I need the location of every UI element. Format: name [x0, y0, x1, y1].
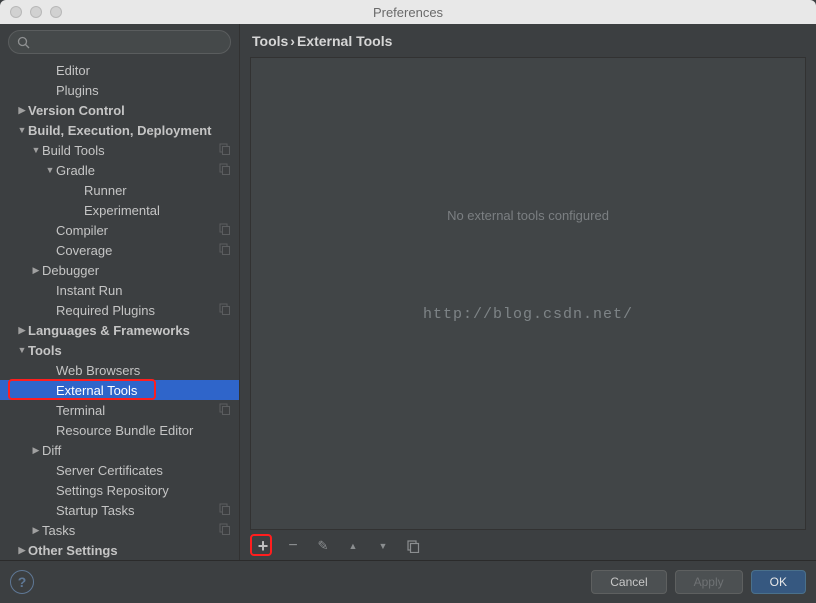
tree-item-label: Debugger	[42, 263, 99, 278]
watermark-text: http://blog.csdn.net/	[251, 306, 805, 323]
tree-item-label: Resource Bundle Editor	[56, 423, 193, 438]
tree-item-label: Editor	[56, 63, 90, 78]
tree-item-label: Tools	[28, 343, 62, 358]
add-button[interactable]: +	[254, 537, 272, 555]
per-project-icon	[219, 223, 231, 235]
tree-item[interactable]: External Tools	[0, 380, 239, 400]
expand-arrow-icon[interactable]: ▶	[30, 445, 42, 456]
tree-item-label: Web Browsers	[56, 363, 140, 378]
remove-button[interactable]: −	[284, 537, 302, 555]
tree-item[interactable]: ▶Tasks	[0, 520, 239, 540]
search-field[interactable]	[8, 30, 231, 54]
settings-tree: EditorPlugins▶Version Control▼Build, Exe…	[0, 60, 239, 560]
per-project-icon	[219, 243, 231, 255]
expand-arrow-icon[interactable]: ▼	[44, 165, 56, 175]
tree-item-label: Version Control	[28, 103, 125, 118]
tree-item[interactable]: ▶Version Control	[0, 100, 239, 120]
tree-item[interactable]: Terminal	[0, 400, 239, 420]
breadcrumb-section: Tools	[252, 33, 288, 49]
tree-item-label: Startup Tasks	[56, 503, 135, 518]
move-down-button[interactable]: ▼	[374, 537, 392, 555]
tree-item-label: Build, Execution, Deployment	[28, 123, 211, 138]
tree-item[interactable]: Runner	[0, 180, 239, 200]
expand-arrow-icon[interactable]: ▶	[16, 545, 28, 556]
tree-item[interactable]: ▶Languages & Frameworks	[0, 320, 239, 340]
expand-arrow-icon[interactable]: ▶	[30, 525, 42, 536]
tree-item-label: Coverage	[56, 243, 112, 258]
per-project-icon	[219, 403, 231, 415]
help-button[interactable]: ?	[10, 570, 34, 594]
tree-item[interactable]: Editor	[0, 60, 239, 80]
tree-item-label: Settings Repository	[56, 483, 169, 498]
tree-item-label: Plugins	[56, 83, 99, 98]
tree-item-label: Instant Run	[56, 283, 123, 298]
breadcrumb-page: External Tools	[297, 33, 392, 49]
tree-item[interactable]: ▼Build Tools	[0, 140, 239, 160]
titlebar: Preferences	[0, 0, 816, 24]
tree-item[interactable]: ▶Diff	[0, 440, 239, 460]
ok-button[interactable]: OK	[751, 570, 806, 594]
main-panel: Tools › External Tools No external tools…	[239, 24, 816, 560]
tree-item[interactable]: Resource Bundle Editor	[0, 420, 239, 440]
sidebar: EditorPlugins▶Version Control▼Build, Exe…	[0, 24, 239, 560]
expand-arrow-icon[interactable]: ▼	[16, 345, 28, 355]
expand-arrow-icon[interactable]: ▶	[30, 265, 42, 276]
search-input[interactable]	[34, 35, 222, 49]
tree-item[interactable]: Plugins	[0, 80, 239, 100]
tree-item-label: Compiler	[56, 223, 108, 238]
copy-button[interactable]	[404, 537, 422, 555]
breadcrumb: Tools › External Tools	[240, 24, 816, 57]
tree-item[interactable]: Compiler	[0, 220, 239, 240]
tree-item[interactable]: ▼Build, Execution, Deployment	[0, 120, 239, 140]
tree-item[interactable]: Instant Run	[0, 280, 239, 300]
tree-item-label: Experimental	[84, 203, 160, 218]
breadcrumb-separator: ›	[290, 33, 295, 49]
move-up-button[interactable]: ▲	[344, 537, 362, 555]
tree-item-label: External Tools	[56, 383, 137, 398]
tree-item-label: Tasks	[42, 523, 75, 538]
per-project-icon	[219, 163, 231, 175]
tree-item-label: Required Plugins	[56, 303, 155, 318]
tree-item-label: Build Tools	[42, 143, 105, 158]
per-project-icon	[219, 303, 231, 315]
tree-item[interactable]: Settings Repository	[0, 480, 239, 500]
tree-item-label: Server Certificates	[56, 463, 163, 478]
tree-item[interactable]: Coverage	[0, 240, 239, 260]
tree-item[interactable]: Required Plugins	[0, 300, 239, 320]
tree-item-label: Languages & Frameworks	[28, 323, 190, 338]
dialog-footer: ? Cancel Apply OK	[0, 560, 816, 603]
edit-button[interactable]: ✎	[314, 537, 332, 555]
external-tools-list: No external tools configured http://blog…	[250, 57, 806, 530]
tree-item[interactable]: Startup Tasks	[0, 500, 239, 520]
copy-icon	[406, 539, 420, 553]
expand-arrow-icon[interactable]: ▼	[30, 145, 42, 155]
tree-item[interactable]: Experimental	[0, 200, 239, 220]
tree-item-label: Runner	[84, 183, 127, 198]
tree-item-label: Gradle	[56, 163, 95, 178]
apply-button: Apply	[675, 570, 743, 594]
tree-item[interactable]: ▼Tools	[0, 340, 239, 360]
tree-item[interactable]: ▶Debugger	[0, 260, 239, 280]
empty-message: No external tools configured	[447, 208, 609, 223]
tree-item-label: Other Settings	[28, 543, 118, 558]
tree-item-label: Terminal	[56, 403, 105, 418]
per-project-icon	[219, 143, 231, 155]
search-icon	[17, 36, 30, 49]
list-toolbar: + − ✎ ▲ ▼	[250, 532, 806, 560]
tree-item[interactable]: Web Browsers	[0, 360, 239, 380]
tree-item[interactable]: ▼Gradle	[0, 160, 239, 180]
tree-item[interactable]: Server Certificates	[0, 460, 239, 480]
expand-arrow-icon[interactable]: ▼	[16, 125, 28, 135]
expand-arrow-icon[interactable]: ▶	[16, 325, 28, 336]
tree-item[interactable]: ▶Other Settings	[0, 540, 239, 560]
window-title: Preferences	[0, 5, 816, 20]
cancel-button[interactable]: Cancel	[591, 570, 666, 594]
per-project-icon	[219, 503, 231, 515]
expand-arrow-icon[interactable]: ▶	[16, 105, 28, 116]
tree-item-label: Diff	[42, 443, 61, 458]
per-project-icon	[219, 523, 231, 535]
